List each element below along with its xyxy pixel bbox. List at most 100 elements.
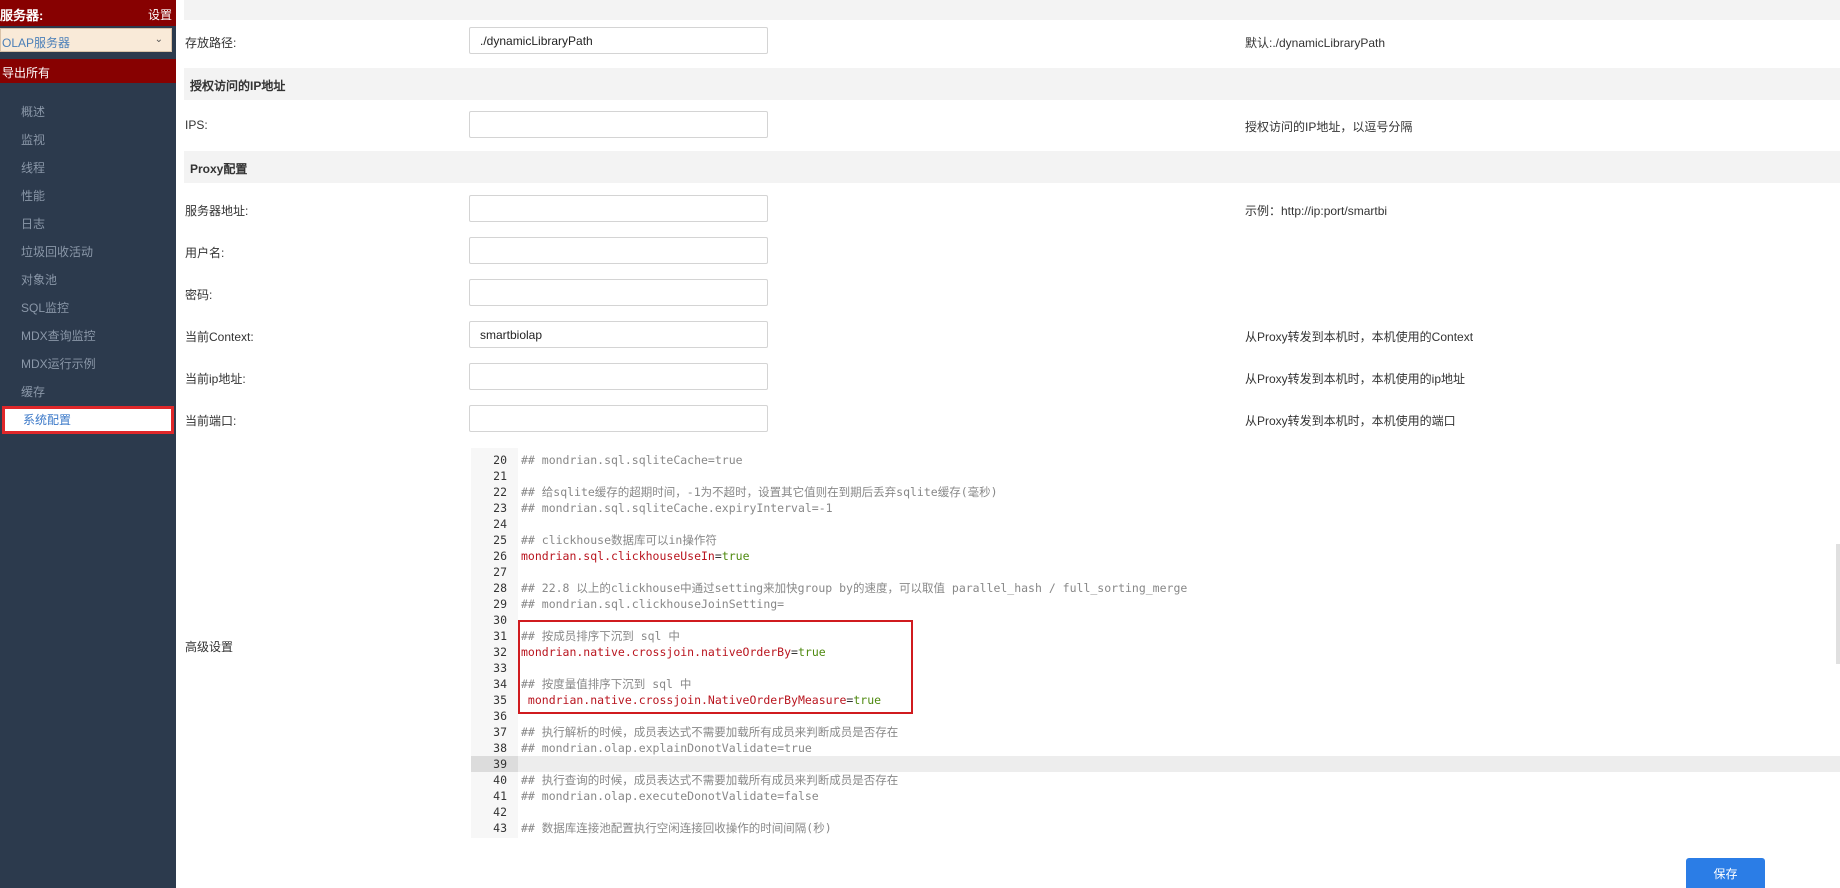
server-address-input[interactable] (469, 195, 768, 222)
sidebar-item-mdx-query-monitor[interactable]: MDX查询监控 (0, 322, 176, 350)
line-number: 26 (493, 549, 507, 563)
current-context-hint: 从Proxy转发到本机时，本机使用的Context (1245, 330, 1474, 344)
current-ip-label: 当前ip地址: (185, 372, 246, 386)
code-line[interactable]: 20 ## mondrian.sql.sqliteCache=true (471, 452, 1840, 468)
code-line[interactable]: 26 mondrian.sql.clickhouseUseIn=true (471, 548, 1840, 564)
sidebar-item-sql-monitor[interactable]: SQL监控 (0, 294, 176, 322)
current-context-input[interactable] (469, 321, 768, 348)
code-line[interactable]: 34 ## 按度量值排序下沉到 sql 中 (471, 676, 1840, 692)
code-line[interactable]: 40 ## 执行查询的时候，成员表达式不需要加载所有成员来判断成员是否存在 (471, 772, 1840, 788)
sidebar-item-logs[interactable]: 日志 (0, 210, 176, 238)
sidebar-item-performance[interactable]: 性能 (0, 182, 176, 210)
storage-path-input[interactable] (469, 27, 768, 54)
current-port-hint: 从Proxy转发到本机时，本机使用的端口 (1245, 414, 1456, 428)
line-number: 20 (493, 453, 507, 467)
code-text: ## 按度量值排序下沉到 sql 中 (521, 677, 692, 691)
username-label: 用户名: (185, 246, 225, 260)
line-number: 33 (493, 661, 507, 675)
sidebar-item-object-pool[interactable]: 对象池 (0, 266, 176, 294)
code-text: ## 执行解析的时候，成员表达式不需要加载所有成员来判断成员是否存在 (521, 725, 899, 739)
code-line[interactable]: 41 ## mondrian.olap.executeDonotValidate=… (471, 788, 1840, 804)
line-number: 25 (493, 533, 507, 547)
code-line[interactable]: 28 ## 22.8 以上的clickhouse中通过setting来加快grou… (471, 580, 1840, 596)
config-key: mondrian.native.crossjoin.NativeOrderByM… (521, 693, 847, 707)
sidebar-item-monitor[interactable]: 监视 (0, 126, 176, 154)
line-number: 21 (493, 469, 507, 483)
password-label: 密码: (185, 288, 213, 302)
code-line[interactable]: 37 ## 执行解析的时候，成员表达式不需要加载所有成员来判断成员是否存在 (471, 724, 1840, 740)
line-number: 41 (493, 789, 507, 803)
sidebar-item-mdx-examples[interactable]: MDX运行示例 (0, 350, 176, 378)
section-head-top (184, 0, 1840, 20)
current-context-label: 当前Context: (185, 330, 254, 344)
line-number: 27 (493, 565, 507, 579)
code-text: ## clickhouse数据库可以in操作符 (521, 533, 717, 547)
save-button[interactable]: 保存 (1686, 858, 1765, 888)
line-number: 34 (493, 677, 507, 691)
line-number: 39 (471, 756, 518, 772)
code-line[interactable]: 23 ## mondrian.sql.sqliteCache.expiryInte… (471, 500, 1840, 516)
line-number: 35 (493, 693, 507, 707)
scrollbar[interactable] (1836, 544, 1840, 664)
code-text: ## mondrian.sql.sqliteCache.expiryInterv… (521, 501, 833, 515)
line-number: 32 (493, 645, 507, 659)
section-title-ip: 授权访问的IP地址 (190, 79, 286, 93)
config-key: mondrian.native.crossjoin.nativeOrderBy (521, 645, 792, 659)
code-text: ## mondrian.olap.explainDonotValidate=tr… (521, 741, 812, 755)
code-line[interactable]: 22 ## 给sqlite缓存的超期时间，-1为不超时，设置其它值则在到期后丢弃s… (471, 484, 1840, 500)
username-input[interactable] (469, 237, 768, 264)
code-line[interactable]: 21 (471, 468, 1840, 484)
line-number: 36 (493, 709, 507, 723)
line-number: 38 (493, 741, 507, 755)
code-line[interactable]: 29 ## mondrian.sql.clickhouseJoinSetting= (471, 596, 1840, 612)
current-port-label: 当前端口: (185, 414, 237, 428)
code-line[interactable]: 24 (471, 516, 1840, 532)
config-value: true (853, 693, 882, 707)
code-line[interactable]: 35 mondrian.native.crossjoin.NativeOrder… (471, 692, 1840, 708)
section-head-proxy: Proxy配置 (184, 151, 1840, 183)
ips-hint: 授权访问的IP地址，以逗号分隔 (1245, 120, 1413, 134)
password-input[interactable] (469, 279, 768, 306)
code-line[interactable]: 43 ## 数据库连接池配置执行空闲连接回收操作的时间间隔(秒) (471, 820, 1840, 836)
server-settings-link[interactable]: 设置 (148, 6, 172, 23)
export-all-button[interactable]: 导出所有 (0, 59, 176, 83)
code-text: ## mondrian.sql.clickhouseJoinSetting= (521, 597, 785, 611)
line-number: 40 (493, 773, 507, 787)
code-line[interactable]: 25 ## clickhouse数据库可以in操作符 (471, 532, 1840, 548)
code-line[interactable]: 31 ## 按成员排序下沉到 sql 中 (471, 628, 1840, 644)
current-ip-hint: 从Proxy转发到本机时，本机使用的ip地址 (1245, 372, 1466, 386)
section-title-proxy: Proxy配置 (190, 162, 248, 176)
sidebar-item-gc-activity[interactable]: 垃圾回收活动 (0, 238, 176, 266)
chevron-down-icon: ⌄ (154, 34, 163, 45)
code-line[interactable]: 39 (471, 756, 1840, 772)
current-ip-input[interactable] (469, 363, 768, 390)
sidebar-item-overview[interactable]: 概述 (0, 98, 176, 126)
current-port-input[interactable] (469, 405, 768, 432)
advanced-settings-editor[interactable]: 20 ## mondrian.sql.sqliteCache=true 21 22 ##… (471, 448, 1840, 838)
code-line[interactable]: 33 (471, 660, 1840, 676)
code-text: ## 执行查询的时候，成员表达式不需要加载所有成员来判断成员是否存在 (521, 773, 899, 787)
storage-path-label: 存放路径: (185, 36, 237, 50)
code-line[interactable]: 32 mondrian.native.crossjoin.nativeOrderB… (471, 644, 1840, 660)
line-number: 30 (493, 613, 507, 627)
sidebar-item-cache[interactable]: 缓存 (0, 378, 176, 406)
code-line[interactable]: 42 (471, 804, 1840, 820)
line-number: 28 (493, 581, 507, 595)
server-select-value: OLAP服务器 (2, 36, 71, 50)
line-number: 37 (493, 725, 507, 739)
code-line[interactable]: 38 ## mondrian.olap.explainDonotValidate=… (471, 740, 1840, 756)
equals-sign: = (791, 645, 798, 659)
server-label: 服务器: (0, 8, 44, 23)
section-head-ip: 授权访问的IP地址 (184, 68, 1840, 100)
code-line[interactable]: 30 (471, 612, 1840, 628)
code-text: ## 给sqlite缓存的超期时间，-1为不超时，设置其它值则在到期后丢弃sql… (521, 485, 998, 499)
advanced-settings-label: 高级设置 (185, 640, 234, 654)
server-select[interactable]: OLAP服务器 ⌄ (0, 28, 172, 52)
code-line[interactable]: 27 (471, 564, 1840, 580)
code-line[interactable]: 36 (471, 708, 1840, 724)
ips-input[interactable] (469, 111, 768, 138)
sidebar-item-threads[interactable]: 线程 (0, 154, 176, 182)
sidebar-item-system-config[interactable]: 系统配置 (2, 406, 174, 434)
code-text: ## 数据库连接池配置执行空闲连接回收操作的时间间隔(秒) (521, 821, 832, 835)
ips-label: IPS: (185, 118, 208, 132)
